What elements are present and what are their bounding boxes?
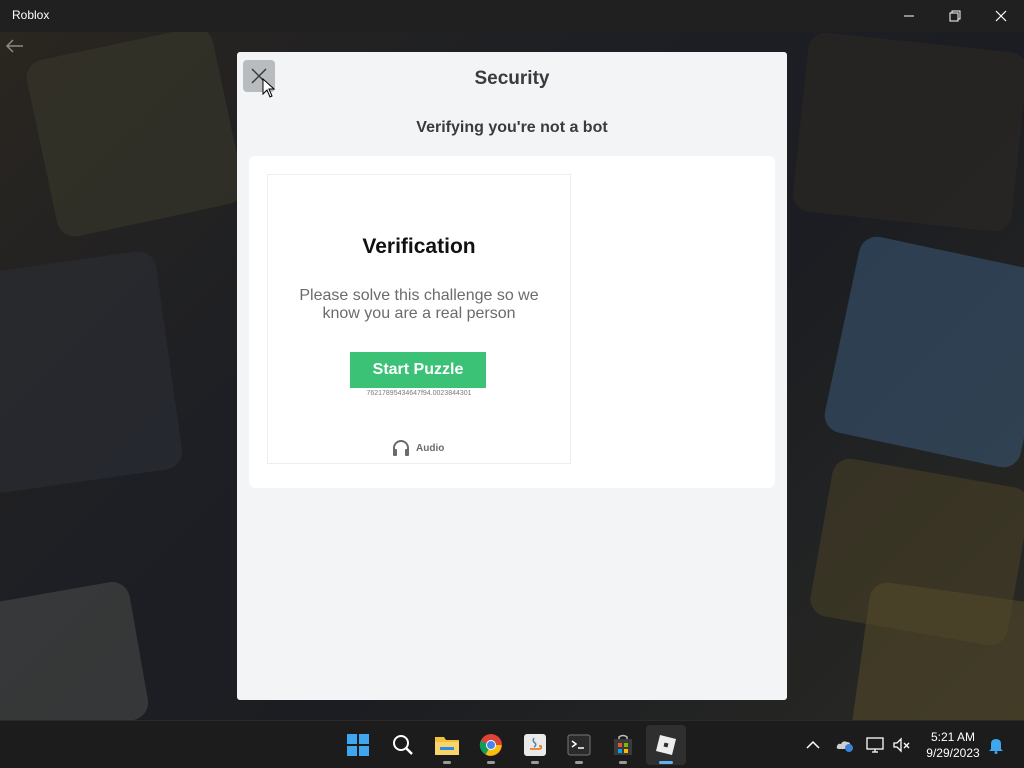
notifications-icon [989,739,1003,754]
background-tile [849,580,1024,720]
search-button[interactable] [387,729,419,761]
onedrive-icon [836,741,853,752]
running-indicator [487,761,495,764]
start-button[interactable] [342,729,374,761]
file-explorer-button[interactable] [431,729,463,764]
background-tile [0,249,185,495]
background-tile [821,233,1024,471]
back-arrow-icon[interactable] [4,38,24,54]
session-id: 76217895434647f94.0023844301 [366,390,472,397]
network-icon [866,737,884,753]
captcha-title: Verification [362,235,476,258]
clock-time: 5:21 AM [930,730,976,744]
chrome-button[interactable] [475,729,507,764]
running-indicator [443,761,451,764]
show-hidden-icons-button[interactable] [803,735,823,755]
roblox-icon [656,735,676,755]
java-icon [524,734,546,756]
background-tile [23,32,247,240]
running-indicator [575,761,583,764]
audio-challenge-button[interactable]: Audio [392,439,444,457]
system-clock[interactable]: 5:21 AM 9/29/2023 [920,729,986,761]
window-titlebar: Roblox [0,0,1024,32]
restore-icon [949,10,961,22]
terminal-button[interactable] [563,729,595,764]
minimize-icon [904,15,914,17]
modal-title: Security [474,68,550,89]
java-button[interactable] [519,729,551,764]
onedrive-button[interactable] [835,735,855,755]
audio-label: Audio [416,442,445,454]
microsoft-store-icon [614,734,632,755]
window-close-button[interactable] [978,0,1024,32]
headphones-icon [393,440,409,456]
background-tile [791,32,1024,234]
volume-muted-icon [893,737,910,753]
start-puzzle-button[interactable]: Start Puzzle [350,352,486,388]
roblox-button[interactable] [650,729,682,764]
notifications-button[interactable] [986,735,1006,755]
taskbar: 5:21 AM 9/29/2023 [0,720,1024,768]
chevron-up-icon [806,740,820,749]
captcha-frame: Verification Please solve this challenge… [267,174,571,464]
restore-button[interactable] [932,0,978,32]
minimize-button[interactable] [886,0,932,32]
captcha-description: Please solve this challenge so we know y… [299,287,539,322]
windows-start-icon [347,734,369,756]
window-title: Roblox [12,8,50,22]
security-modal: Security Verifying you're not a bot Veri… [237,52,787,700]
file-explorer-icon [435,737,459,755]
network-button[interactable] [866,735,886,755]
search-icon [393,735,413,755]
background-tile [0,579,151,720]
clock-date: 9/29/2023 [926,746,980,760]
running-indicator [619,761,627,764]
modal-subtitle: Verifying you're not a bot [416,119,608,136]
terminal-icon [567,734,591,756]
challenge-panel: Verification Please solve this challenge… [249,156,775,488]
mouse-cursor-icon [262,78,276,98]
volume-button[interactable] [892,735,912,755]
microsoft-store-button[interactable] [607,729,639,764]
chrome-icon [479,734,502,756]
running-indicator [659,761,673,764]
running-indicator [531,761,539,764]
close-icon [995,10,1007,22]
